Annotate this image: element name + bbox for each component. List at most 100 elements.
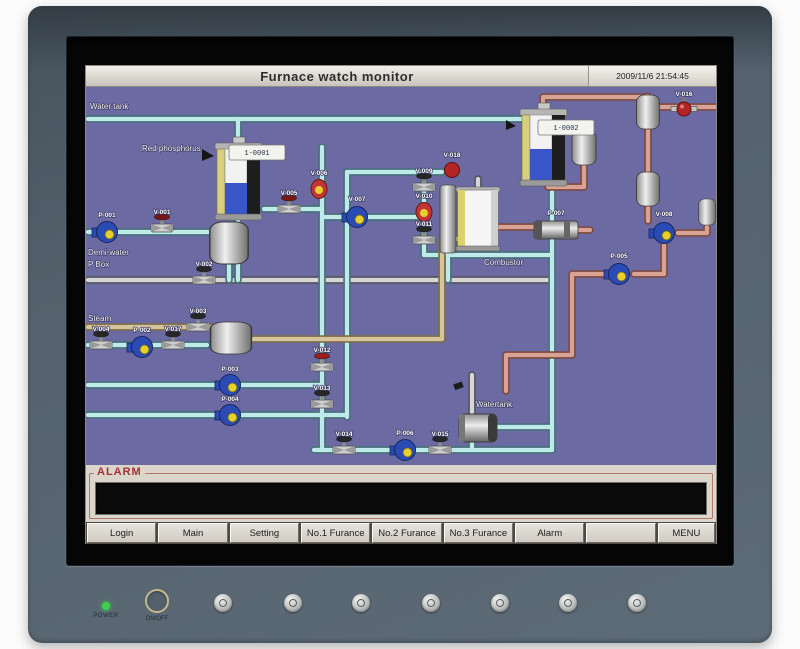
- toolbar-button-alarm[interactable]: Alarm: [515, 523, 584, 543]
- feed-vessel: [210, 222, 248, 264]
- toolbar-button-blank[interactable]: [586, 523, 655, 543]
- equipment-tag: V-004: [93, 326, 110, 333]
- hmi-application: Furnace watch monitor 2009/11/6 21:54:45: [85, 65, 717, 544]
- equipment-tag: V-015: [432, 431, 449, 438]
- toolbar-button-no1-furnace[interactable]: No.1 Furance: [301, 523, 370, 543]
- pump-icon: [604, 264, 630, 285]
- pump-icon: [92, 222, 118, 243]
- area-label: Red phosphorus: [142, 144, 201, 153]
- pump-icon: [215, 375, 241, 396]
- toolbar-button-setting[interactable]: Setting: [230, 523, 299, 543]
- equipment-tag: P-006: [396, 430, 414, 437]
- steam-drum: [211, 322, 252, 354]
- reactor-column-2: [520, 103, 567, 186]
- equipment-tag: V-006: [311, 170, 328, 177]
- equipment-tag: V-012: [314, 347, 331, 354]
- equipment-tag: P-003: [221, 366, 239, 373]
- function-button-4[interactable]: [422, 594, 440, 612]
- area-label: Demi-water: [88, 248, 129, 257]
- vessels: [210, 95, 716, 442]
- title-bar: Furnace watch monitor 2009/11/6 21:54:45: [85, 65, 717, 87]
- toolbar: Login Main Setting No.1 Furance No.2 Fur…: [85, 522, 717, 544]
- function-button-6[interactable]: [559, 594, 577, 612]
- power-button-label: ON/OFF: [133, 616, 181, 622]
- function-button-3[interactable]: [352, 594, 370, 612]
- equipment-tag: V-001: [154, 209, 171, 216]
- equipment-tag: V-007: [349, 196, 366, 203]
- valve-icon: [151, 214, 173, 232]
- function-button-5[interactable]: [491, 594, 509, 612]
- indicator-icon: [311, 180, 327, 199]
- equipment-tag: P-002: [133, 327, 151, 334]
- power-label: POWER: [84, 613, 128, 619]
- valve-icon: [90, 331, 112, 349]
- horizontal-pump-icon: [534, 221, 578, 239]
- valve-icon: [278, 195, 300, 213]
- area-label: Watertank: [476, 400, 513, 409]
- function-button-7[interactable]: [628, 594, 646, 612]
- toolbar-button-menu[interactable]: MENU: [658, 523, 715, 543]
- monitor-bezel: Furnace watch monitor 2009/11/6 21:54:45: [28, 6, 772, 643]
- meter-value: 1-0002: [553, 125, 578, 133]
- valve-icon: [333, 436, 355, 454]
- indicator-icon: [445, 163, 460, 178]
- pump-icon: [127, 337, 153, 358]
- toolbar-button-login[interactable]: Login: [87, 523, 156, 543]
- equipment-tag: P-004: [221, 396, 239, 403]
- power-led: [102, 602, 110, 610]
- equipment-tag: V-008: [656, 211, 673, 218]
- power-button[interactable]: [145, 589, 169, 613]
- scrubber-column: [440, 185, 456, 253]
- watertank-vessel: [459, 414, 497, 442]
- screen: Furnace watch monitor 2009/11/6 21:54:45: [66, 36, 734, 566]
- valve-icon: [413, 226, 435, 244]
- function-button-1[interactable]: [214, 594, 232, 612]
- valve-icon: [311, 353, 333, 371]
- clock: 2009/11/6 21:54:45: [588, 66, 716, 86]
- equipment-tag: V-010: [416, 193, 433, 200]
- alarm-panel: ALARM: [85, 465, 717, 522]
- pump-icon: [215, 405, 241, 426]
- equipment-tag: V-017: [165, 326, 182, 333]
- ball-valve-icon: [671, 97, 697, 116]
- equipment-tag: V-014: [336, 431, 353, 438]
- equipment-tag: P-001: [98, 212, 116, 219]
- equipment-tag: V-013: [314, 385, 331, 392]
- indicator-icon: [416, 203, 432, 222]
- equipment-tag: V-005: [281, 190, 298, 197]
- valve-icon: [429, 436, 451, 454]
- area-label: Water tank: [90, 102, 129, 111]
- toolbar-button-no3-furnace[interactable]: No.3 Furance: [444, 523, 513, 543]
- toolbar-button-no2-furnace[interactable]: No.2 Furance: [372, 523, 441, 543]
- drain-valve-icon: [453, 381, 464, 390]
- toolbar-button-main[interactable]: Main: [158, 523, 227, 543]
- equipment-tag: V-003: [190, 308, 207, 315]
- receiver-tank: [699, 199, 716, 225]
- exchanger-c: [637, 172, 660, 206]
- valve-icon: [413, 173, 435, 191]
- page-title: Furnace watch monitor: [86, 66, 588, 86]
- pump-icon: [649, 223, 675, 244]
- valve-icon: [311, 390, 333, 408]
- pump-icon: [390, 440, 416, 461]
- valve-icon: [187, 313, 209, 331]
- area-label: Steam: [88, 314, 111, 323]
- alarm-label: ALARM: [94, 466, 145, 478]
- equipment-tag: P-005: [610, 253, 628, 260]
- equipment-tag: V-018: [444, 152, 461, 159]
- alarm-display: [95, 482, 707, 515]
- process-diagram: 1-0001 1-0002: [85, 87, 717, 465]
- feeder-icon: [202, 149, 214, 161]
- combustor-vessel: [456, 187, 500, 251]
- equipment-tag: V-002: [196, 261, 213, 268]
- valve-icon: [162, 331, 184, 349]
- exchanger-b: [637, 95, 660, 129]
- meter-value: 1-0001: [244, 150, 269, 158]
- function-button-2[interactable]: [284, 594, 302, 612]
- equipment-tag: P-007: [547, 210, 565, 217]
- area-label: Combustor: [484, 258, 523, 267]
- bezel-controls: POWER ON/OFF: [28, 572, 772, 638]
- valve-icon: [193, 266, 215, 284]
- equipment-tag: V-011: [416, 221, 433, 228]
- equipment-tag: V-016: [676, 91, 693, 98]
